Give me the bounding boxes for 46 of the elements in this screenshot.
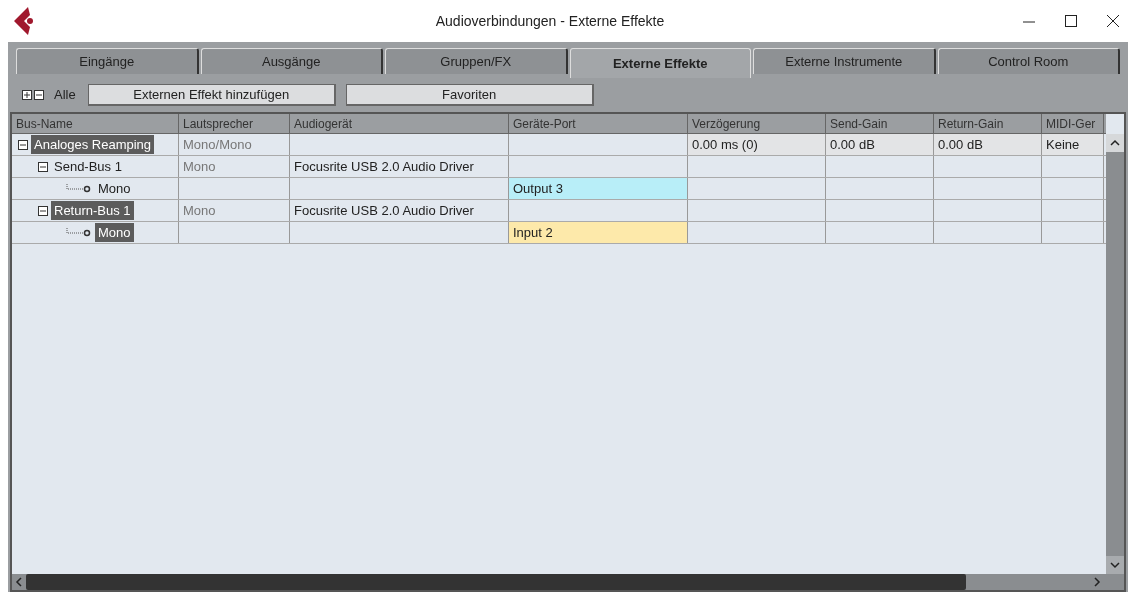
expand-all-icon[interactable] — [22, 90, 32, 100]
tab[interactable]: Control Room — [937, 48, 1120, 74]
connector-icon — [66, 227, 92, 238]
table-cell: Keine — [1042, 134, 1104, 155]
table-cell: Mono — [179, 156, 290, 177]
bus-name[interactable]: Mono — [95, 178, 134, 199]
table-cell: Mono/Mono — [179, 134, 290, 155]
bus-name[interactable]: Analoges Reamping — [31, 134, 155, 155]
column-header[interactable]: Bus-Name — [12, 114, 179, 133]
table-cell: Output 3 — [509, 178, 688, 199]
tab[interactable]: Eingänge — [16, 48, 199, 74]
close-icon[interactable] — [1106, 14, 1120, 28]
table-cell: Input 2 — [509, 222, 688, 243]
column-header[interactable]: Lautsprecher — [179, 114, 290, 133]
tab[interactable]: Externe Effekte — [569, 48, 751, 78]
bus-name[interactable]: Mono — [95, 222, 134, 243]
bus-name[interactable]: Return-Bus 1 — [51, 200, 134, 221]
table-cell: 0.00 dB — [934, 134, 1042, 155]
scrollbar-thumb[interactable] — [26, 574, 966, 590]
all-label: Alle — [54, 86, 76, 105]
scroll-up-icon[interactable] — [1106, 134, 1124, 152]
collapse-all-icon[interactable] — [34, 90, 44, 100]
toolbar-button[interactable]: Externen Effekt hinzufügen — [87, 84, 336, 106]
column-header[interactable]: Return-Gain — [934, 114, 1042, 133]
connector-icon — [66, 183, 92, 194]
column-header[interactable]: Verzögerung — [688, 114, 826, 133]
column-header[interactable]: Send-Gain — [826, 114, 934, 133]
table-cell: 0.00 dB — [826, 134, 934, 155]
column-header[interactable]: Geräte-Port — [509, 114, 688, 133]
column-header[interactable]: MIDI-Ger — [1042, 114, 1104, 133]
maximize-icon[interactable] — [1064, 14, 1078, 28]
table-cell: Focusrite USB 2.0 Audio Driver — [290, 200, 509, 221]
bus-name[interactable]: Send-Bus 1 — [51, 156, 125, 177]
collapse-icon[interactable] — [18, 139, 28, 150]
toolbar-button[interactable]: Favoriten — [345, 84, 594, 106]
collapse-icon[interactable] — [38, 205, 48, 216]
table-cell: Mono — [179, 200, 290, 221]
window-title: Audioverbindungen - Externe Effekte — [434, 11, 666, 31]
tab[interactable]: Externe Instrumente — [753, 48, 936, 74]
collapse-icon[interactable] — [38, 161, 48, 172]
table-cell: 0.00 ms (0) — [688, 134, 826, 155]
tab[interactable]: Gruppen/FX — [385, 48, 568, 74]
scroll-down-icon[interactable] — [1106, 556, 1124, 574]
table-cell: Focusrite USB 2.0 Audio Driver — [290, 156, 509, 177]
column-header[interactable]: Audiogerät — [290, 114, 509, 133]
tab[interactable]: Ausgänge — [200, 48, 383, 74]
